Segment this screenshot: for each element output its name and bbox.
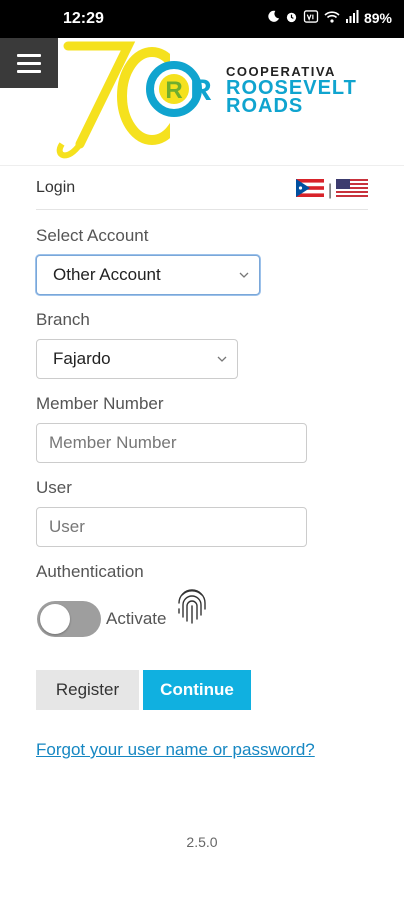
status-time: 12:29 (63, 10, 104, 27)
chevron-down-icon (239, 272, 249, 278)
branch-label: Branch (36, 310, 90, 329)
menu-button[interactable] (0, 38, 58, 88)
select-account-value: Other Account (53, 265, 161, 284)
register-button[interactable]: Register (36, 670, 139, 710)
member-number-input[interactable] (36, 423, 307, 463)
select-account-label: Select Account (36, 226, 149, 245)
activate-label: Activate (106, 609, 167, 628)
battery-percent: 89% (363, 10, 392, 26)
app-version: 2.5.0 (186, 834, 218, 850)
brand-line2: ROADS (226, 95, 304, 117)
user-label: User (36, 478, 72, 497)
wifi-icon (324, 10, 340, 26)
toggle-knob (40, 604, 70, 634)
login-title: Login (36, 179, 76, 196)
user-input[interactable] (36, 507, 307, 547)
signal-icon (345, 10, 359, 26)
puerto-rico-flag-icon[interactable] (296, 179, 324, 202)
app-header: R R COOPERATIVA ROOSEVELT ROADS (0, 38, 404, 166)
branch-dropdown[interactable]: Fajardo (36, 339, 238, 379)
branch-value: Fajardo (53, 349, 111, 368)
hamburger-icon (17, 53, 41, 57)
select-account-dropdown[interactable]: Other Account (36, 255, 260, 295)
flag-separator: | (328, 181, 333, 199)
language-selector: | (296, 179, 369, 202)
member-number-label: Member Number (36, 394, 164, 413)
rr-logo-icon: R R (146, 61, 212, 117)
svg-text:R: R (165, 77, 182, 104)
status-bar: 12:29 89% (0, 0, 404, 38)
usa-flag-icon[interactable] (336, 179, 369, 202)
brand-wordmark: COOPERATIVA ROOSEVELT ROADS (226, 64, 357, 117)
alarm-icon (285, 10, 298, 26)
moon-icon (267, 10, 280, 26)
forgot-credentials-link[interactable]: Forgot your user name or password? (36, 740, 315, 760)
activate-toggle[interactable] (37, 601, 101, 637)
chevron-down-icon (217, 356, 227, 362)
continue-button[interactable]: Continue (143, 670, 251, 710)
vowifi-icon (303, 10, 319, 26)
fingerprint-icon (178, 589, 206, 624)
authentication-label: Authentication (36, 562, 144, 581)
divider (36, 209, 368, 210)
svg-text:R: R (190, 74, 212, 107)
status-icons: 89% (267, 10, 392, 26)
